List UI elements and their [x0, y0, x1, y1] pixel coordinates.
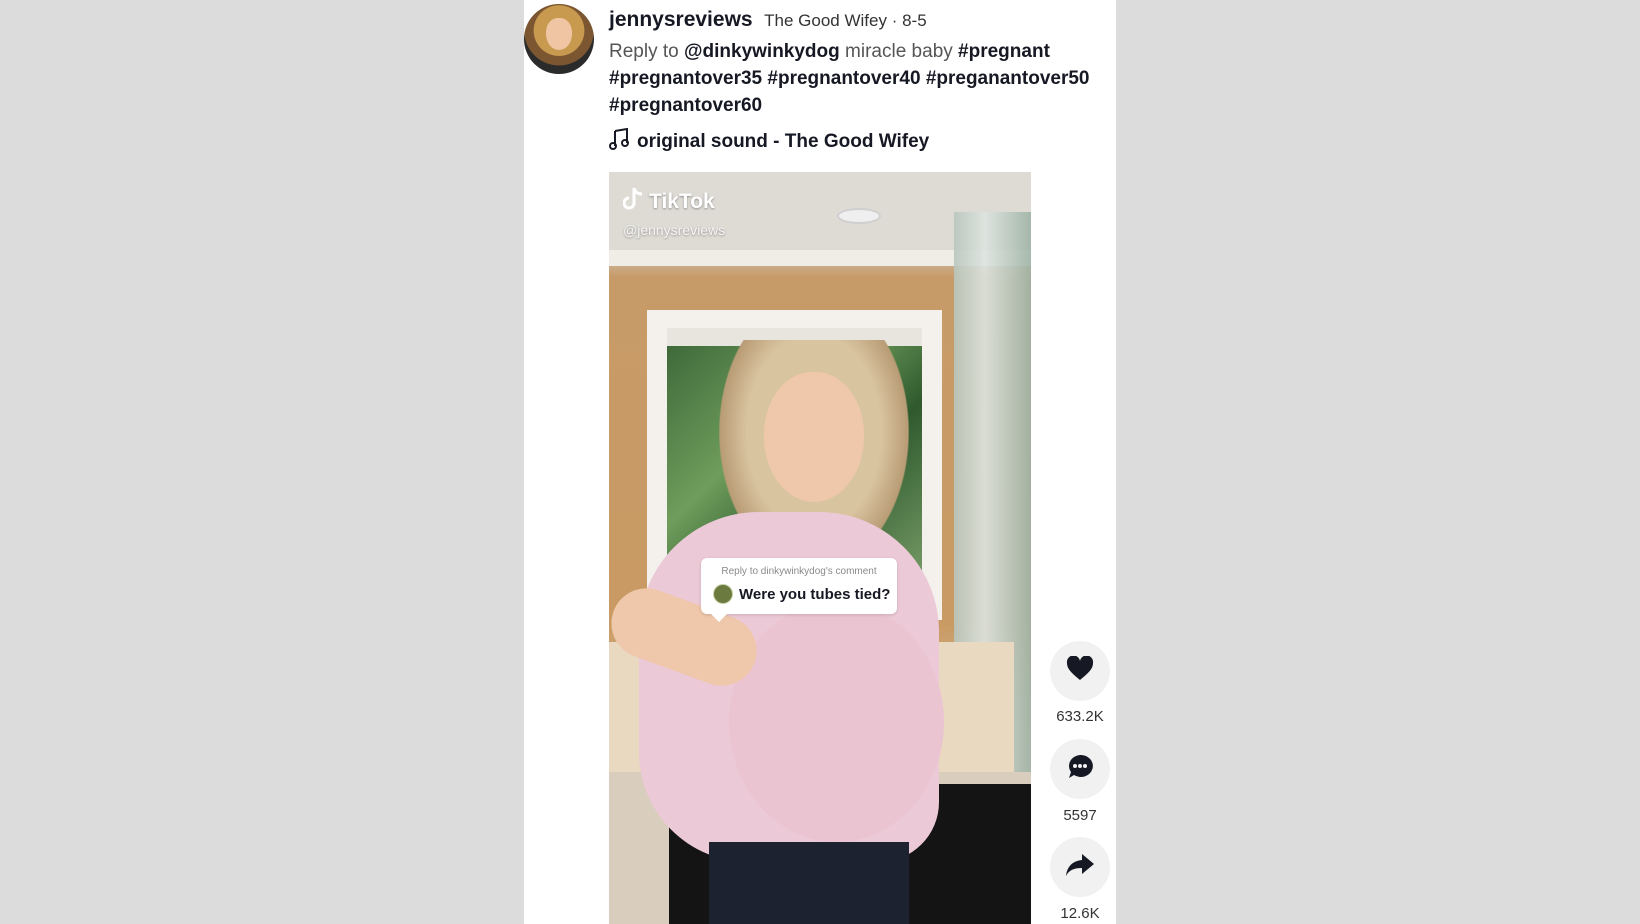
share-count: 12.6K: [1060, 905, 1100, 922]
like-button[interactable]: [1050, 641, 1110, 701]
post-header: jennysreviews The Good Wifey · 8-5: [609, 8, 927, 32]
tiktok-brand: TikTok: [622, 186, 725, 218]
caption-text: miracle baby: [839, 41, 959, 62]
hashtag-pregnant[interactable]: #pregnant: [958, 41, 1050, 62]
nickname-date: The Good Wifey · 8-5: [764, 11, 927, 30]
video-person-pants: [709, 842, 909, 924]
share-button[interactable]: [1050, 837, 1110, 897]
music-link[interactable]: original sound - The Good Wifey: [609, 127, 930, 156]
comment-icon: [1066, 753, 1094, 786]
tiktok-brand-label: TikTok: [649, 190, 715, 213]
music-title: original sound - The Good Wifey: [637, 131, 930, 152]
comment-button[interactable]: [1050, 739, 1110, 799]
commenter-avatar: [713, 584, 733, 604]
tiktok-watermark: TikTok @jennysreviews: [622, 186, 726, 238]
avatar[interactable]: [524, 4, 594, 74]
reply-comment-text: Were you tubes tied?: [739, 585, 891, 603]
video-ceiling-light: [837, 208, 881, 224]
share-icon: [1065, 852, 1095, 883]
music-note-icon: [609, 127, 629, 156]
post-caption: Reply to @dinkywinkydog miracle baby #pr…: [609, 38, 1109, 119]
video-person-belly: [729, 602, 944, 842]
video-person-face: [764, 372, 864, 502]
avatar-face: [546, 18, 572, 50]
comment-count: 5597: [1063, 807, 1097, 824]
reply-comment-row: Were you tubes tied?: [713, 584, 890, 604]
hashtag-preganantover50[interactable]: #preganantover50: [926, 68, 1090, 89]
tiktok-handle: @jennysreviews: [623, 222, 726, 238]
like-count: 633.2K: [1056, 708, 1104, 725]
caption-reply-prefix: Reply to: [609, 41, 684, 62]
hashtag-pregnantover40[interactable]: #pregnantover40: [767, 68, 920, 89]
heart-icon: [1066, 654, 1094, 687]
hashtag-pregnantover35[interactable]: #pregnantover35: [609, 68, 762, 89]
caption-mention[interactable]: @dinkywinkydog: [684, 41, 840, 62]
hashtag-pregnantover60[interactable]: #pregnantover60: [609, 95, 762, 116]
username[interactable]: jennysreviews: [609, 8, 753, 31]
reply-comment-header: Reply to dinkywinkydog's comment: [721, 566, 877, 577]
tiktok-logo-icon: [622, 186, 645, 218]
video-player[interactable]: TikTok @jennysreviews Reply to dinkywink…: [609, 172, 1031, 924]
reply-comment-bubble: Reply to dinkywinkydog's comment Were yo…: [701, 558, 897, 622]
